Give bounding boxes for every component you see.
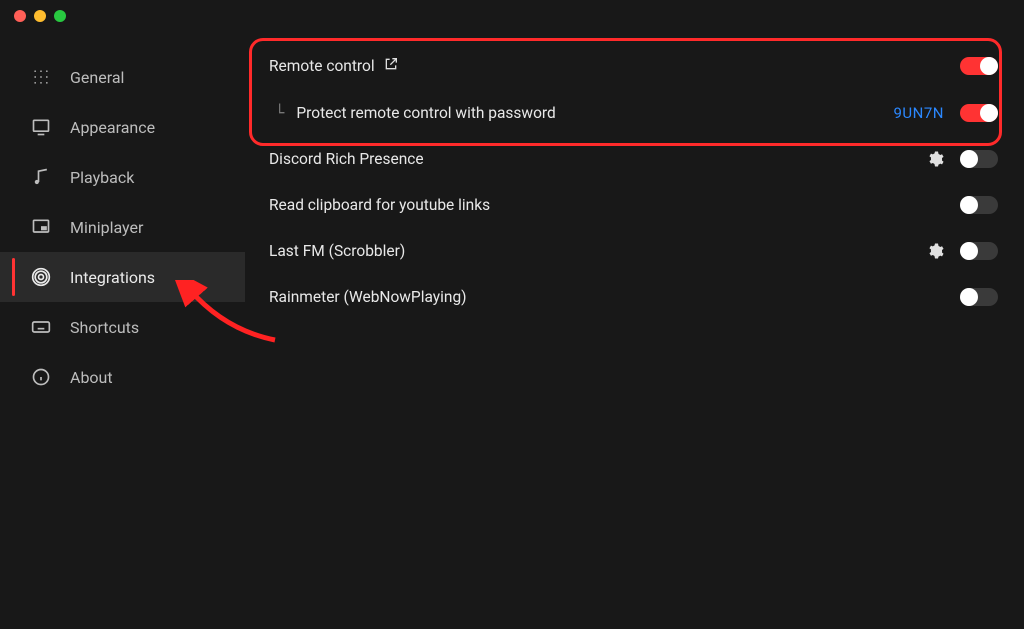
sidebar-item-label: Miniplayer	[70, 218, 143, 237]
sidebar-item-general[interactable]: General	[0, 52, 245, 102]
setting-row-remote-control: Remote control	[263, 42, 1004, 90]
external-link-icon[interactable]	[383, 56, 399, 76]
setting-label: Remote control	[269, 57, 375, 75]
close-icon[interactable]	[14, 10, 26, 22]
sidebar-item-label: About	[70, 368, 113, 387]
sidebar-item-appearance[interactable]: Appearance	[0, 102, 245, 152]
integrations-icon	[30, 266, 52, 288]
setting-row-clipboard: Read clipboard for youtube links	[263, 182, 1004, 228]
toggle-lastfm[interactable]	[960, 242, 998, 260]
tree-branch-icon: └	[275, 104, 284, 122]
setting-label: Rainmeter (WebNowPlaying)	[269, 288, 467, 306]
sidebar-item-shortcuts[interactable]: Shortcuts	[0, 302, 245, 352]
monitor-icon	[30, 116, 52, 138]
setting-row-protect-remote: └ Protect remote control with password 9…	[263, 90, 1004, 136]
setting-row-discord: Discord Rich Presence	[263, 136, 1004, 182]
maximize-icon[interactable]	[54, 10, 66, 22]
miniplayer-icon	[30, 216, 52, 238]
sidebar-item-label: Integrations	[70, 268, 155, 287]
setting-label: Read clipboard for youtube links	[269, 196, 490, 214]
toggle-discord[interactable]	[960, 150, 998, 168]
toggle-rainmeter[interactable]	[960, 288, 998, 306]
sidebar-item-label: Appearance	[70, 118, 155, 137]
window-titlebar	[0, 0, 1024, 32]
sidebar-item-miniplayer[interactable]: Miniplayer	[0, 202, 245, 252]
sidebar-item-label: Playback	[70, 168, 134, 187]
gear-icon[interactable]	[926, 242, 944, 260]
settings-content: Remote control └ Protect remote control …	[245, 32, 1024, 629]
toggle-remote-control[interactable]	[960, 57, 998, 75]
sidebar: General Appearance Playback	[0, 32, 245, 629]
keyboard-icon	[30, 316, 52, 338]
gear-icon[interactable]	[926, 150, 944, 168]
setting-row-lastfm: Last FM (Scrobbler)	[263, 228, 1004, 274]
sidebar-item-label: Shortcuts	[70, 318, 139, 337]
sidebar-item-integrations[interactable]: Integrations	[0, 252, 245, 302]
toggle-protect-remote[interactable]	[960, 104, 998, 122]
sidebar-item-label: General	[70, 68, 124, 87]
info-icon	[30, 366, 52, 388]
toggle-clipboard[interactable]	[960, 196, 998, 214]
setting-label: Protect remote control with password	[296, 104, 555, 122]
setting-row-rainmeter: Rainmeter (WebNowPlaying)	[263, 274, 1004, 320]
setting-label: Last FM (Scrobbler)	[269, 242, 405, 260]
minimize-icon[interactable]	[34, 10, 46, 22]
setting-label: Discord Rich Presence	[269, 150, 424, 168]
sidebar-item-about[interactable]: About	[0, 352, 245, 402]
password-code[interactable]: 9UN7N	[894, 104, 945, 122]
sidebar-item-playback[interactable]: Playback	[0, 152, 245, 202]
grid-icon	[30, 66, 52, 88]
music-note-icon	[30, 166, 52, 188]
